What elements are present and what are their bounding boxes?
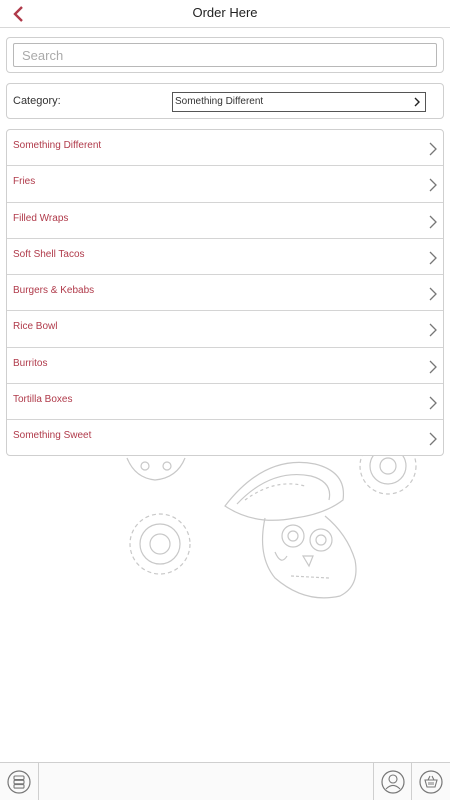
list-item-soft-shell-tacos[interactable]: Soft Shell Tacos xyxy=(7,239,443,276)
chevron-right-icon xyxy=(429,251,437,265)
page-title: Order Here xyxy=(192,5,258,20)
category-selected-value: Something Different xyxy=(175,96,264,107)
list-item-rice-bowl[interactable]: Rice Bowl xyxy=(7,311,443,348)
list-item-tortilla-boxes[interactable]: Tortilla Boxes xyxy=(7,384,443,421)
search-input[interactable] xyxy=(13,43,437,67)
list-item-fries[interactable]: Fries xyxy=(7,166,443,203)
app-header: Order Here xyxy=(0,0,450,28)
list-item-label: Burritos xyxy=(13,357,48,369)
list-item-label: Something Different xyxy=(13,140,102,151)
flower-right-decoration xyxy=(359,456,417,495)
chevron-right-icon xyxy=(429,178,437,192)
menu-button[interactable] xyxy=(0,763,38,800)
chevron-right-icon xyxy=(429,287,437,301)
chevron-right-icon xyxy=(429,215,437,229)
list-item-label: Filled Wraps xyxy=(13,212,69,224)
category-dropdown[interactable]: Something Different xyxy=(172,92,426,112)
chevron-right-icon xyxy=(429,396,437,410)
stacked-layers-icon xyxy=(7,770,31,794)
list-item-label: Rice Bowl xyxy=(13,321,58,333)
list-item-filled-wraps[interactable]: Filled Wraps xyxy=(7,203,443,239)
sombrero-skull-decoration xyxy=(224,461,357,599)
list-item-burgers-kebabs[interactable]: Burgers & Kebabs xyxy=(7,275,443,312)
sugar-skull-background-illustration xyxy=(126,456,417,599)
category-label: Category: xyxy=(13,95,61,107)
list-item-label: Burgers & Kebabs xyxy=(13,285,95,297)
list-item-label: Soft Shell Tacos xyxy=(13,248,85,260)
chevron-right-icon xyxy=(429,324,437,337)
basket-button[interactable] xyxy=(412,763,450,800)
list-item-burritos[interactable]: Burritos xyxy=(7,348,443,385)
chevron-right-icon xyxy=(414,97,420,107)
flower-left-decoration xyxy=(129,513,191,575)
list-item-something-different[interactable]: Something Different xyxy=(7,130,443,167)
search-bar xyxy=(6,37,444,73)
list-item-label: Fries xyxy=(13,176,36,188)
list-item-label: Something Sweet xyxy=(13,430,92,442)
chevron-right-icon xyxy=(429,360,437,374)
bottom-toolbar xyxy=(0,762,450,800)
chevron-right-icon xyxy=(429,142,437,156)
list-item-label: Tortilla Boxes xyxy=(13,394,73,406)
list-item-something-sweet[interactable]: Something Sweet xyxy=(7,420,443,455)
basket-icon xyxy=(419,770,443,794)
category-row: Category: Something Different xyxy=(6,83,444,119)
account-button[interactable] xyxy=(374,763,411,800)
menu-category-list: Something Different Fries Filled Wraps S… xyxy=(6,129,444,456)
chevron-right-icon xyxy=(429,432,437,446)
user-icon xyxy=(380,770,405,794)
